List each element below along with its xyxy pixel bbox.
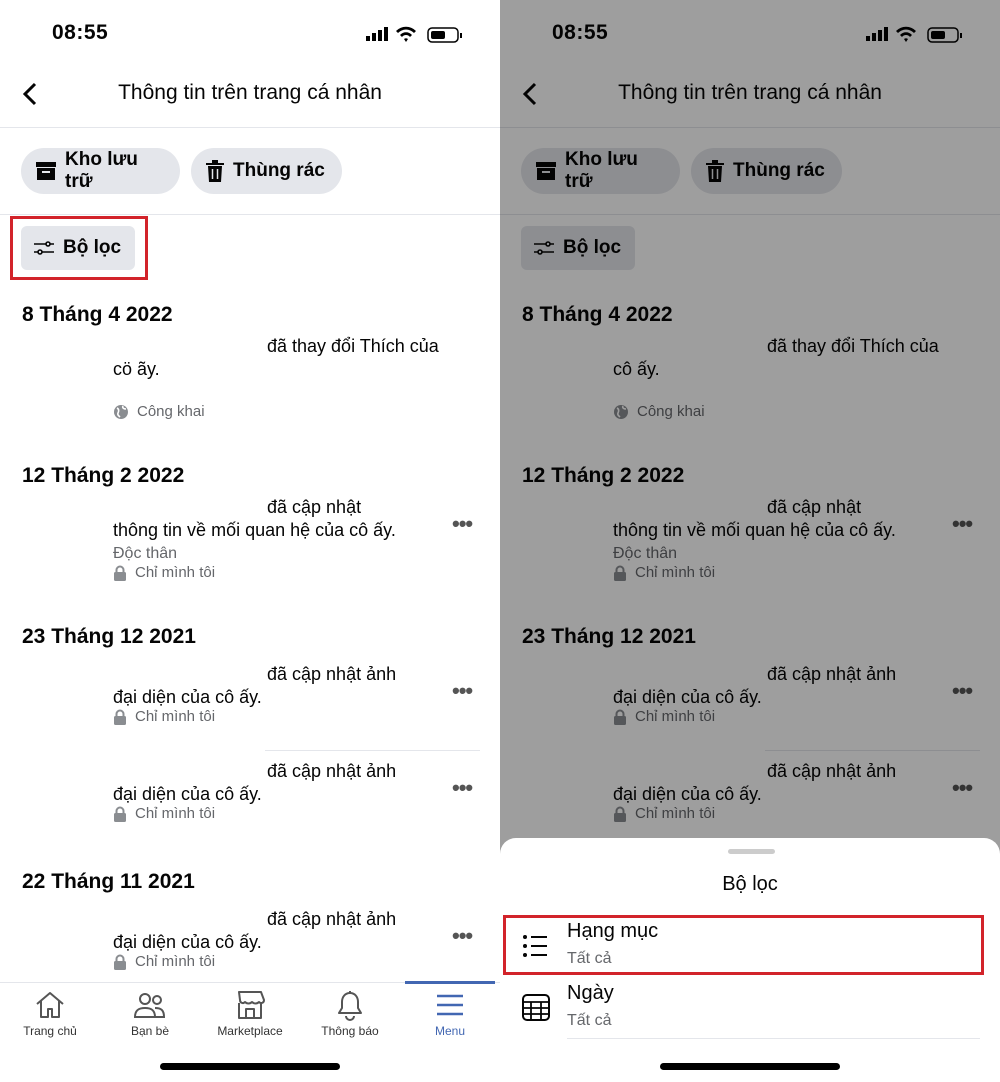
page-title: Thông tin trên trang cá nhân [118, 81, 382, 104]
archive-box-icon [35, 161, 57, 181]
home-icon [0, 990, 100, 1024]
trash-label: Thùng rác [233, 160, 325, 181]
calendar-icon [521, 992, 551, 1027]
activity-detail: Độc thân [113, 545, 178, 562]
privacy-text: Chỉ mình tôi [135, 953, 216, 970]
archive-button[interactable]: Kho lưu trữ [21, 148, 180, 194]
date-heading: 22 Tháng 11 2021 [22, 870, 195, 893]
filter-highlight [10, 216, 148, 280]
privacy-label: Chỉ mình tôi [113, 708, 215, 725]
tab-label: Marketplace [217, 1024, 283, 1038]
date-heading: 23 Tháng 12 2021 [22, 625, 196, 648]
tab-home[interactable]: Trang chủ [0, 990, 100, 1038]
date-heading: 8 Tháng 4 2022 [22, 303, 173, 326]
privacy-label: Công khai [113, 403, 205, 420]
menu-icon [400, 990, 500, 1024]
filter-bottom-sheet: Bộ lọc Hạng mục Tất cả Ngày Tất cả [500, 838, 1000, 1082]
lock-icon [113, 806, 127, 822]
activity-text: đã cập nhật ảnh [267, 909, 397, 929]
filter-option-calendar[interactable]: Ngày Tất cả [500, 982, 1000, 1040]
more-options-button[interactable]: ••• [452, 923, 473, 949]
date-heading: 12 Tháng 2 2022 [22, 464, 185, 487]
marketplace-icon [200, 990, 300, 1024]
privacy-text: Chỉ mình tôi [135, 564, 216, 581]
activity-text: đã cập nhật [267, 497, 362, 517]
trash-icon [205, 160, 225, 182]
tab-label: Bạn bè [130, 1024, 170, 1038]
trash-button[interactable]: Thùng rác [191, 148, 342, 194]
tab-label: Menu [434, 1024, 466, 1038]
entry-divider [265, 750, 480, 751]
header-divider [0, 127, 500, 128]
friends-icon [100, 990, 200, 1024]
bell-icon [300, 990, 400, 1024]
option-value: Tất cả [567, 1012, 612, 1029]
option-label: Ngày [567, 982, 614, 1004]
activity-text: cö ãy. [113, 359, 160, 379]
globe-icon [113, 404, 129, 420]
activity-text: đã thay đổi Thích của [267, 336, 439, 356]
lock-icon [113, 709, 127, 725]
sheet-title: Bộ lọc [722, 873, 778, 895]
archive-label: Kho lưu trữ [65, 149, 138, 192]
privacy-label: Chỉ mình tôi [113, 953, 215, 970]
privacy-text: Chỉ mình tôi [135, 708, 216, 725]
sheet-handle[interactable] [728, 849, 775, 854]
activity-text: đã cập nhật ảnh [267, 761, 397, 781]
status-icons [366, 24, 466, 49]
activity-text: đại diện của cô ấy. [113, 932, 262, 952]
tab-friends[interactable]: Bạn bè [100, 990, 200, 1038]
home-indicator [660, 1063, 840, 1070]
activity-text: đã cập nhật ảnh [267, 664, 397, 684]
status-time: 08:55 [52, 21, 109, 44]
tab-bell[interactable]: Thông báo [300, 990, 400, 1038]
activity-text: đại diện của cô ấy. [113, 687, 262, 707]
home-indicator [160, 1063, 340, 1070]
sheet-divider [567, 1038, 980, 1039]
privacy-label: Chỉ mình tôi [113, 564, 215, 581]
more-options-button[interactable]: ••• [452, 775, 473, 801]
privacy-label: Chỉ mình tôi [113, 805, 215, 822]
more-options-button[interactable]: ••• [452, 511, 473, 537]
active-tab-indicator [405, 981, 495, 984]
activity-text: thông tin về mối quan hệ của cô ấy. [113, 520, 396, 540]
privacy-text: Chỉ mình tôi [135, 805, 216, 822]
profile-activity-screen-with-filter-sheet: 08:55 Thông tin trên trang cá nhân Kho lưu… [500, 0, 1000, 1082]
profile-activity-screen: 08:55 Thông tin trên trang cá nhân Kho lưu… [0, 0, 500, 1082]
more-options-button[interactable]: ••• [452, 678, 473, 704]
privacy-text: Công khai [137, 403, 205, 420]
toolbar-divider [0, 214, 500, 215]
tab-menu[interactable]: Menu [400, 990, 500, 1038]
tab-label: Trang chủ [23, 1024, 77, 1038]
tab-label: Thông báo [321, 1024, 379, 1038]
lock-icon [113, 565, 127, 581]
category-highlight [503, 915, 984, 975]
lock-icon [113, 954, 127, 970]
tab-marketplace[interactable]: Marketplace [200, 990, 300, 1038]
activity-text: đại diện của cô ấy. [113, 784, 262, 804]
